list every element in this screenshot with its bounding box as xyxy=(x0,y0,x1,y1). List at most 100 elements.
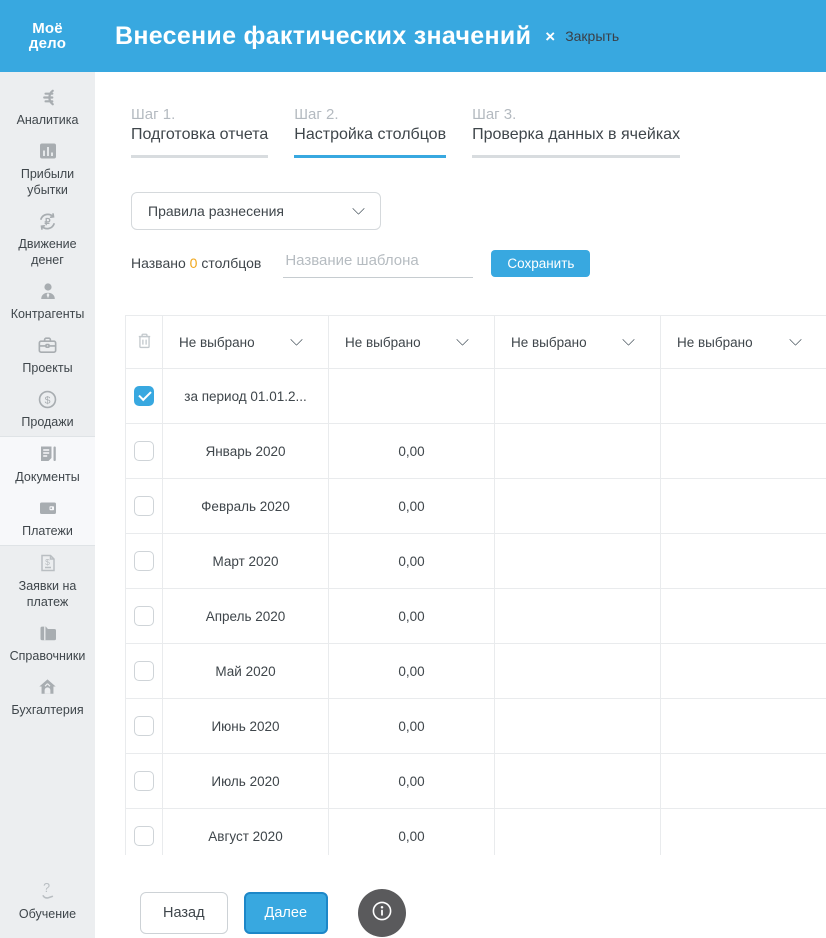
page-title: Внесение фактических значений xyxy=(115,21,532,50)
allocation-rules-dropdown[interactable]: Правила разнесения xyxy=(131,192,381,230)
column-mapping-dropdown-3[interactable]: Не выбрано xyxy=(495,316,661,369)
table-row: Июль 2020 0,00 xyxy=(126,754,826,809)
app-header: Моё дело Внесение фактических значений ×… xyxy=(0,0,826,72)
chevron-down-icon xyxy=(354,204,364,214)
sidebar-item-payment-requests[interactable]: $ Заявки на платеж xyxy=(0,546,95,616)
template-name-input[interactable] xyxy=(283,248,474,278)
row-checkbox[interactable] xyxy=(134,716,154,736)
value-cell: 0,00 xyxy=(329,479,495,534)
wizard-footer: Назад Далее xyxy=(140,889,407,937)
close-label[interactable]: Закрыть xyxy=(565,28,619,44)
value-cell xyxy=(329,369,495,424)
value-cell xyxy=(661,644,826,699)
sidebar-item-counterparties[interactable]: Контрагенты xyxy=(0,274,95,328)
column-mapping-dropdown-1[interactable]: Не выбрано xyxy=(163,316,329,369)
step-1-tab[interactable]: Шаг 1. Подготовка отчета xyxy=(131,106,269,158)
sidebar-item-analytics[interactable]: Аналитика xyxy=(0,80,95,134)
value-cell xyxy=(661,589,826,644)
sidebar-item-documents[interactable]: Документы xyxy=(0,437,95,491)
sidebar-item-accounting[interactable]: Бухгалтерия xyxy=(0,670,95,724)
next-button[interactable]: Далее xyxy=(243,892,329,934)
period-cell: Апрель 2020 xyxy=(163,589,329,644)
value-cell xyxy=(495,369,661,424)
folder-icon xyxy=(2,622,93,646)
value-cell: 0,00 xyxy=(329,754,495,809)
row-checkbox[interactable] xyxy=(134,386,154,406)
wizard-steps: Шаг 1. Подготовка отчета Шаг 2. Настройк… xyxy=(131,106,681,158)
value-cell: 0,00 xyxy=(329,424,495,479)
sidebar-item-education[interactable]: ? Обучение xyxy=(0,874,95,928)
document-icon xyxy=(2,443,93,467)
main-panel: Шаг 1. Подготовка отчета Шаг 2. Настройк… xyxy=(95,72,826,938)
table-row: Январь 2020 0,00 xyxy=(126,424,826,479)
row-checkbox[interactable] xyxy=(134,551,154,571)
named-columns-status: Названо 0 столбцов xyxy=(131,255,262,271)
period-cell: за период 01.01.2... xyxy=(163,369,329,424)
briefcase-icon xyxy=(2,334,93,358)
step-3-tab[interactable]: Шаг 3. Проверка данных в ячейках xyxy=(472,106,681,158)
analytics-icon xyxy=(2,86,93,110)
bar-chart-icon xyxy=(2,140,93,164)
row-checkbox[interactable] xyxy=(134,441,154,461)
svg-text:?: ? xyxy=(43,881,50,895)
column-mapping-dropdown-4[interactable]: Не выбрано xyxy=(661,316,826,369)
table-row: Июнь 2020 0,00 xyxy=(126,699,826,754)
value-cell xyxy=(661,754,826,809)
value-cell xyxy=(495,699,661,754)
chevron-down-icon xyxy=(624,335,634,345)
row-checkbox[interactable] xyxy=(134,771,154,791)
row-checkbox[interactable] xyxy=(134,606,154,626)
table-header-row: Не выбрано Не выбрано Не выбрано Не выбр… xyxy=(126,316,826,369)
step-2-tab[interactable]: Шаг 2. Настройка столбцов xyxy=(294,106,447,158)
row-checkbox[interactable] xyxy=(134,661,154,681)
value-cell xyxy=(661,369,826,424)
close-button[interactable]: × Закрыть xyxy=(545,28,619,45)
invoice-icon: $ xyxy=(2,552,93,576)
sidebar-item-references[interactable]: Справочники xyxy=(0,616,95,670)
named-count: 0 xyxy=(189,255,198,271)
table-row: Май 2020 0,00 xyxy=(126,644,826,699)
chevron-down-icon xyxy=(292,335,302,345)
app-logo[interactable]: Моё дело xyxy=(0,21,95,51)
row-checkbox[interactable] xyxy=(134,496,154,516)
question-hand-icon: ? xyxy=(2,880,93,904)
sidebar-item-profit-loss[interactable]: Прибыли убытки xyxy=(0,134,95,204)
save-button[interactable]: Сохранить xyxy=(491,249,591,277)
chevron-down-icon xyxy=(791,335,801,345)
row-checkbox[interactable] xyxy=(134,826,154,846)
sidebar-item-payments[interactable]: Платежи xyxy=(0,491,95,545)
chevron-down-icon xyxy=(458,335,468,345)
table-row: Апрель 2020 0,00 xyxy=(126,589,826,644)
dropdown-value: Правила разнесения xyxy=(148,203,285,219)
value-cell xyxy=(661,809,826,855)
period-cell: Май 2020 xyxy=(163,644,329,699)
value-cell: 0,00 xyxy=(329,699,495,754)
value-cell xyxy=(495,589,661,644)
svg-text:₽: ₽ xyxy=(44,217,51,228)
sidebar-item-cash-flow[interactable]: ₽ Движение денег xyxy=(0,204,95,274)
value-cell: 0,00 xyxy=(329,644,495,699)
info-button[interactable] xyxy=(358,889,407,937)
value-cell xyxy=(495,534,661,589)
template-row: Названо 0 столбцов Сохранить xyxy=(131,248,591,278)
value-cell xyxy=(495,754,661,809)
ruble-flow-icon: ₽ xyxy=(2,210,93,234)
column-mapping-dropdown-2[interactable]: Не выбрано xyxy=(329,316,495,369)
svg-text:$: $ xyxy=(45,394,51,406)
logo-line2: дело xyxy=(28,35,67,52)
sidebar-item-sales[interactable]: $ Продажи xyxy=(0,382,95,436)
sidebar-item-projects[interactable]: Проекты xyxy=(0,328,95,382)
back-button[interactable]: Назад xyxy=(140,892,228,934)
table-row: Август 2020 0,00 xyxy=(126,809,826,855)
value-cell xyxy=(495,424,661,479)
columns-table[interactable]: Не выбрано Не выбрано Не выбрано Не выбр… xyxy=(125,315,826,855)
house-icon xyxy=(2,676,93,700)
value-cell xyxy=(661,479,826,534)
delete-column-header[interactable] xyxy=(126,316,163,369)
period-cell: Август 2020 xyxy=(163,809,329,855)
close-icon[interactable]: × xyxy=(545,28,555,45)
value-cell xyxy=(495,644,661,699)
value-cell xyxy=(495,809,661,855)
dollar-circle-icon: $ xyxy=(2,388,93,412)
info-icon xyxy=(370,899,394,928)
